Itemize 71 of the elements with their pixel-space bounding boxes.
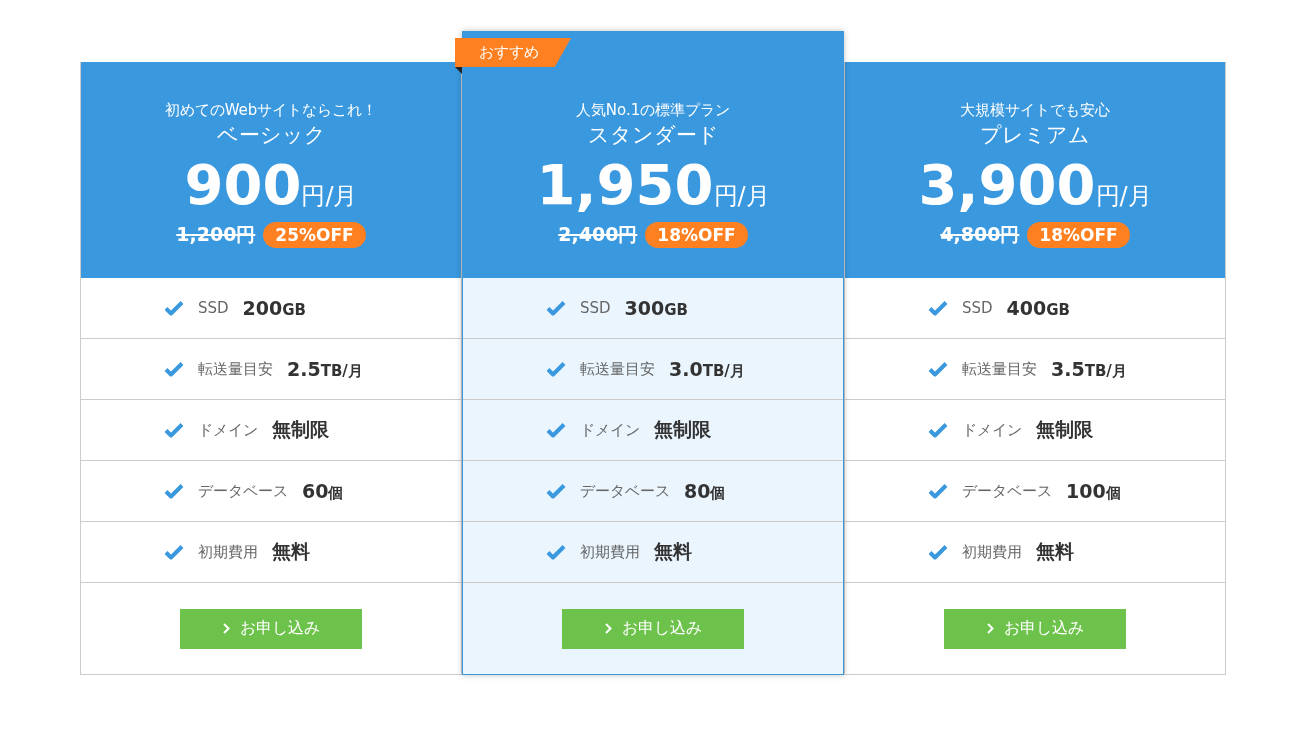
original-price: 2,400円 (558, 222, 638, 247)
price-unit: 円/月 (301, 181, 358, 212)
feature-value: 無制限 (654, 417, 711, 442)
check-icon (928, 361, 948, 377)
check-icon (164, 544, 184, 560)
feature-value: 300GB (624, 297, 688, 319)
check-icon (546, 483, 566, 499)
check-icon (546, 300, 566, 316)
apply-button[interactable]: お申し込み (944, 608, 1126, 649)
feature-value: 3.0TB/月 (669, 357, 745, 381)
plan-name: プレミアム (980, 122, 1090, 149)
feature-label: SSD (580, 299, 611, 317)
chevron-icon (222, 623, 230, 634)
check-icon (164, 300, 184, 316)
price-amount: 900 (184, 152, 302, 218)
discount-badge: 18%OFF (1027, 222, 1130, 248)
feature-label: SSD (962, 299, 993, 317)
feature-label: 初期費用 (580, 542, 640, 562)
plan-name: スタンダード (587, 122, 719, 149)
feature-value: 100個 (1066, 479, 1121, 503)
plan-tagline: 人気No.1の標準プラン (575, 100, 731, 120)
plan-tagline: 大規模サイトでも安心 (960, 100, 1110, 120)
feature-value: 無料 (272, 539, 310, 564)
feature-value: 無料 (654, 539, 692, 564)
check-icon (928, 422, 948, 438)
feature-value: 60個 (302, 479, 344, 503)
discount-badge: 25%OFF (263, 222, 366, 248)
chevron-icon (604, 623, 612, 634)
feature-label: データベース (962, 481, 1052, 501)
plan-tagline: 初めてのWebサイトならこれ！ (164, 100, 378, 120)
feature-value: 400GB (1006, 297, 1070, 319)
apply-button[interactable]: お申し込み (562, 608, 744, 649)
feature-label: SSD (198, 299, 229, 317)
feature-value: 無制限 (272, 417, 329, 442)
feature-value: 3.5TB/月 (1051, 357, 1127, 381)
price-unit: 円/月 (713, 181, 770, 212)
original-price: 4,800円 (940, 222, 1020, 247)
feature-value: 80個 (684, 479, 726, 503)
feature-label: 初期費用 (962, 542, 1022, 562)
feature-value: 200GB (242, 297, 306, 319)
check-icon (164, 361, 184, 377)
check-icon (164, 422, 184, 438)
original-price: 1,200円 (176, 222, 256, 247)
check-icon (928, 483, 948, 499)
check-icon (546, 544, 566, 560)
feature-value: 2.5TB/月 (287, 357, 363, 381)
price-amount: 3,900 (918, 152, 1096, 218)
check-icon (928, 300, 948, 316)
feature-value: 無料 (1036, 539, 1074, 564)
feature-value: 無制限 (1036, 417, 1093, 442)
feature-label: ドメイン (962, 420, 1022, 440)
apply-button[interactable]: お申し込み (180, 608, 362, 649)
feature-label: 転送量目安 (198, 359, 273, 379)
feature-label: ドメイン (580, 420, 640, 440)
recommended-ribbon: おすすめ (455, 38, 571, 67)
chevron-icon (986, 623, 994, 634)
feature-label: ドメイン (198, 420, 258, 440)
plan-name: ベーシック (216, 122, 326, 149)
price-amount: 1,950 (536, 152, 714, 218)
check-icon (928, 544, 948, 560)
feature-label: 転送量目安 (580, 359, 655, 379)
check-icon (546, 361, 566, 377)
price-unit: 円/月 (1095, 181, 1152, 212)
discount-badge: 18%OFF (645, 222, 748, 248)
check-icon (546, 422, 566, 438)
feature-label: 初期費用 (198, 542, 258, 562)
feature-label: データベース (580, 481, 670, 501)
ribbon-fold (455, 67, 462, 74)
feature-label: 転送量目安 (962, 359, 1037, 379)
check-icon (164, 483, 184, 499)
feature-label: データベース (198, 481, 288, 501)
